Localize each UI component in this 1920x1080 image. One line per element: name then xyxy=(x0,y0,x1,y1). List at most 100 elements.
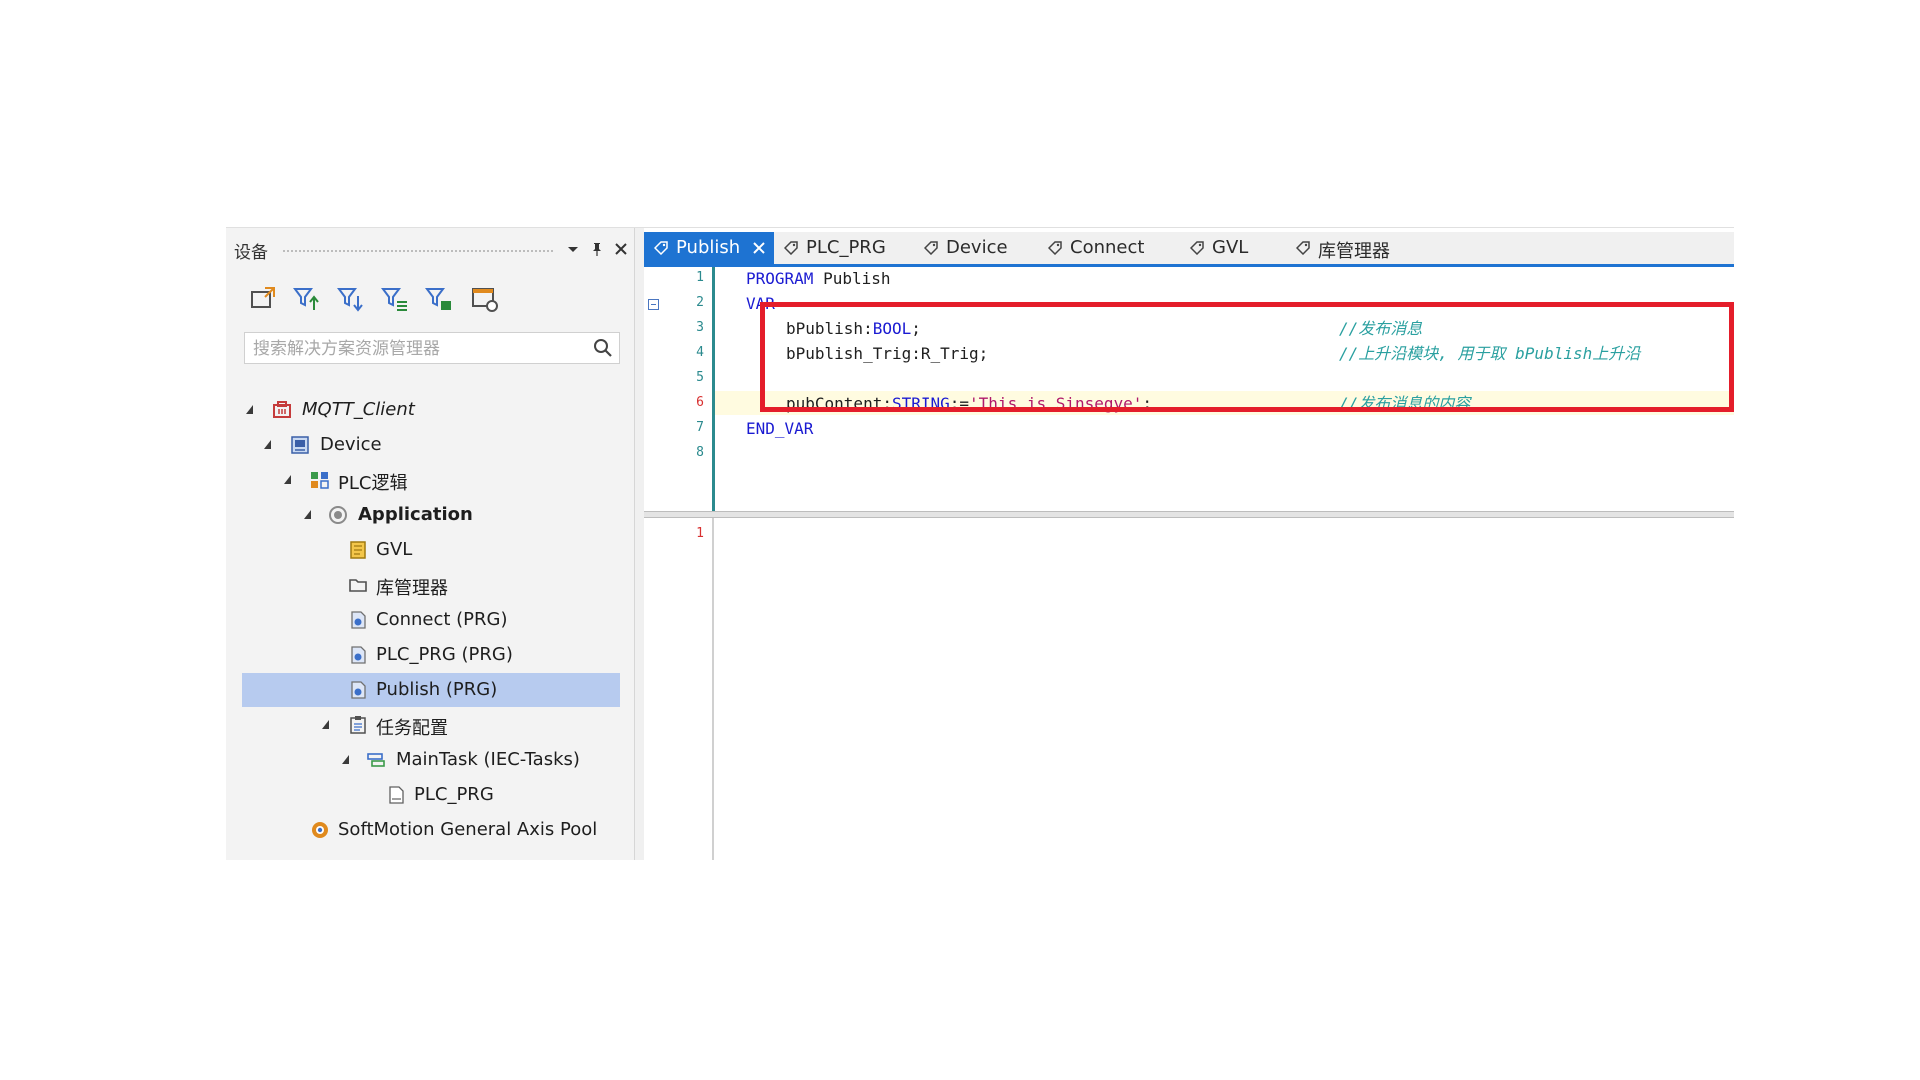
tree-item-gvl[interactable]: GVL xyxy=(242,533,620,567)
add-object-icon[interactable] xyxy=(248,284,278,314)
tree-item-label: PLC_PRG (PRG) xyxy=(376,644,513,665)
dropdown-icon[interactable] xyxy=(564,240,582,258)
tree-item-publish-prg[interactable]: Publish (PRG) xyxy=(242,673,620,707)
line-number: 4 xyxy=(696,345,704,360)
tree-item-connect-prg[interactable]: Connect (PRG) xyxy=(242,603,620,637)
tab-label: PLC_PRG xyxy=(806,237,886,258)
folder-icon xyxy=(349,579,367,592)
softmotion-icon xyxy=(312,822,328,838)
collapse-arrow-icon[interactable] xyxy=(342,755,349,764)
search-box xyxy=(244,332,620,365)
tree-item-label: MainTask (IEC-Tasks) xyxy=(396,749,580,770)
declaration-editor[interactable]: 1 2 3 4 5 6 7 8 PROGRAM Publish VAR bPub… xyxy=(644,267,1734,511)
tag-icon xyxy=(784,241,798,255)
code-line-7: END_VAR xyxy=(746,417,813,441)
close-icon[interactable] xyxy=(612,240,630,258)
keyword: PROGRAM xyxy=(746,269,814,288)
tree-item-library-manager[interactable]: 库管理器 xyxy=(242,568,620,602)
filter-sort-up-icon[interactable] xyxy=(292,284,322,314)
tree-item-plc-prg[interactable]: PLC_PRG (PRG) xyxy=(242,638,620,672)
tree-item-label: PLC逻辑 xyxy=(338,473,408,494)
tab-connect[interactable]: Connect xyxy=(1038,232,1180,264)
tree-item-plc-logic[interactable]: PLC逻辑 xyxy=(242,463,620,497)
fold-toggle-icon[interactable] xyxy=(648,299,659,310)
line-number: 5 xyxy=(696,370,704,385)
tab-strip: Publish PLC_PRG Device Connect GVL 库管理器 xyxy=(644,232,1734,267)
tree-item-mqtt-client[interactable]: MQTT_Client xyxy=(242,393,620,427)
gvl-icon xyxy=(350,541,366,559)
tag-icon xyxy=(1048,241,1062,255)
tab-publish[interactable]: Publish xyxy=(644,232,774,264)
tab-library-manager[interactable]: 库管理器 xyxy=(1286,232,1416,264)
collapse-arrow-icon[interactable] xyxy=(264,440,271,449)
code-line-1: PROGRAM Publish xyxy=(746,267,891,291)
task-icon xyxy=(367,753,385,767)
tree-item-label: SoftMotion General Axis Pool xyxy=(338,819,598,840)
search-input[interactable] xyxy=(245,333,585,365)
tab-label: GVL xyxy=(1212,237,1249,258)
tab-label: Connect xyxy=(1070,237,1145,258)
collapse-arrow-icon[interactable] xyxy=(246,405,253,414)
line-number-gutter: 1 2 3 4 5 6 7 8 xyxy=(644,267,712,511)
program-icon xyxy=(351,646,366,664)
task-config-icon xyxy=(350,716,366,734)
devices-panel: 设备 搜索解决方案资源管理器 MQTT_Client Device PLC逻辑 … xyxy=(226,228,635,860)
collapse-arrow-icon[interactable] xyxy=(304,510,311,519)
tree-item-label: GVL xyxy=(376,539,413,560)
tab-plc-prg[interactable]: PLC_PRG xyxy=(774,232,914,264)
tag-icon xyxy=(924,241,938,255)
panel-grip[interactable] xyxy=(282,249,554,254)
tag-icon xyxy=(654,241,668,255)
line-number: 6 xyxy=(696,395,704,410)
tab-label: Publish xyxy=(676,237,741,258)
tree-item-label: MQTT_Client xyxy=(302,399,415,420)
tree-item-label: 任务配置 xyxy=(376,718,448,739)
line-number: 1 xyxy=(696,270,704,285)
gutter-divider xyxy=(712,518,714,860)
tree-item-label: PLC_PRG xyxy=(414,784,494,805)
ide-window: 设备 搜索解决方案资源管理器 MQTT_Client Device PLC逻辑 … xyxy=(226,227,1734,860)
tree-item-label: Connect (PRG) xyxy=(376,609,508,630)
program-call-icon xyxy=(389,786,404,804)
line-number: 8 xyxy=(696,445,704,460)
tab-device[interactable]: Device xyxy=(914,232,1038,264)
gutter-divider xyxy=(712,267,715,511)
tab-gvl[interactable]: GVL xyxy=(1180,232,1286,264)
application-icon xyxy=(329,506,347,524)
tree-item-label: 库管理器 xyxy=(376,578,448,599)
tree-item-maintask[interactable]: MainTask (IEC-Tasks) xyxy=(242,743,620,777)
project-icon xyxy=(273,401,291,418)
plc-logic-icon xyxy=(311,472,329,489)
filter-sort-down-icon[interactable] xyxy=(336,284,366,314)
tree-item-task-config[interactable]: 任务配置 xyxy=(242,708,620,742)
implementation-editor[interactable]: 1 xyxy=(644,518,1734,860)
filter-list-icon[interactable] xyxy=(380,284,410,314)
collapse-arrow-icon[interactable] xyxy=(284,475,291,484)
close-tab-icon[interactable] xyxy=(750,239,768,257)
line-number: 7 xyxy=(696,420,704,435)
search-icon[interactable] xyxy=(593,338,613,358)
program-icon xyxy=(351,611,366,629)
highlight-box xyxy=(760,302,1734,412)
keyword: END_VAR xyxy=(746,419,814,438)
line-number: 3 xyxy=(696,320,704,335)
pin-icon[interactable] xyxy=(588,240,606,258)
program-icon xyxy=(351,681,366,699)
properties-icon[interactable] xyxy=(470,284,500,314)
tag-icon xyxy=(1190,241,1204,255)
tree-item-softmotion[interactable]: SoftMotion General Axis Pool xyxy=(242,813,620,847)
editor-area: Publish PLC_PRG Device Connect GVL 库管理器 … xyxy=(644,228,1734,860)
panel-titlebar: 设备 xyxy=(226,228,634,263)
device-icon xyxy=(291,436,309,454)
tag-icon xyxy=(1296,241,1310,255)
tree-item-plc-prg-call[interactable]: PLC_PRG xyxy=(242,778,620,812)
line-number: 1 xyxy=(696,526,704,541)
tab-label: 库管理器 xyxy=(1318,241,1390,262)
identifier: Publish xyxy=(813,269,891,288)
filter-options-icon[interactable] xyxy=(424,284,454,314)
tree-item-label: Publish (PRG) xyxy=(376,679,498,700)
tree-item-device[interactable]: Device xyxy=(242,428,620,462)
collapse-arrow-icon[interactable] xyxy=(322,720,329,729)
tree-item-application[interactable]: Application xyxy=(242,498,620,532)
editor-splitter[interactable] xyxy=(644,511,1734,518)
